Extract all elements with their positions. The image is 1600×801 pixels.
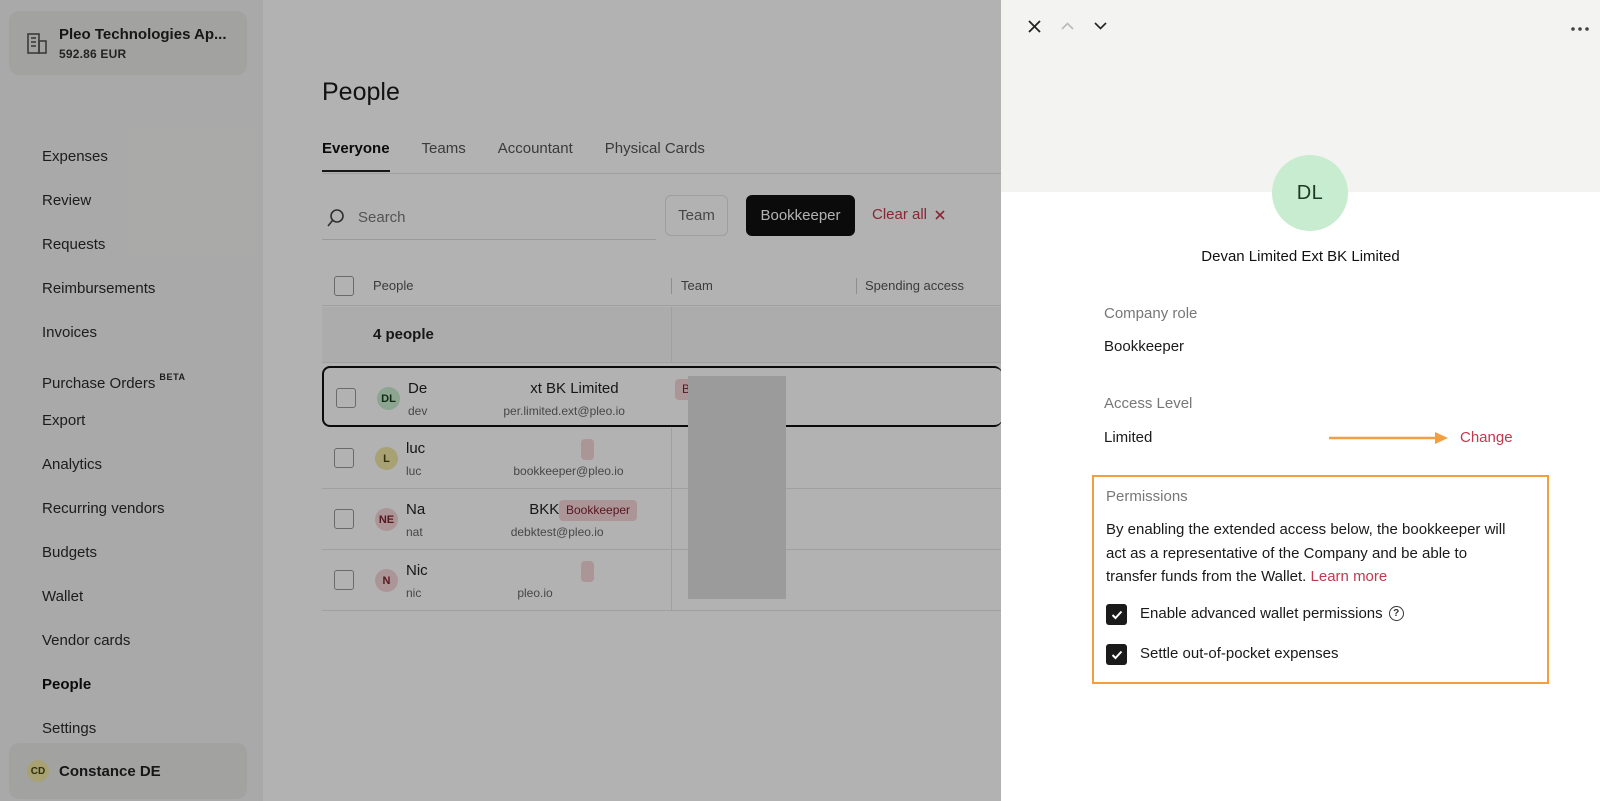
access-level-label: Access Level [1104,395,1193,412]
person-name: Devan Limited Ext BK Limited [1201,248,1400,265]
chevron-up-icon [1060,22,1074,30]
more-horizontal-icon [1571,27,1589,31]
change-access-button[interactable]: Change [1460,429,1513,446]
person-details-drawer: DL Devan Limited Ext BK Limited Company … [1001,0,1600,801]
company-role-label: Company role [1104,305,1198,322]
close-icon [1027,19,1041,33]
settle-out-of-pocket-label[interactable]: Settle out-of-pocket expenses [1140,645,1338,662]
advanced-wallet-permissions-checkbox[interactable] [1106,604,1127,625]
settle-out-of-pocket-checkbox[interactable] [1106,644,1127,665]
permissions-title: Permissions [1106,488,1188,505]
checkmark-icon [1111,610,1122,619]
permissions-description: By enabling the extended access below, t… [1106,521,1506,585]
close-button[interactable] [1021,13,1047,39]
previous-person-button[interactable] [1054,13,1080,39]
question-circle-icon[interactable]: ? [1388,606,1404,621]
checkmark-icon [1111,650,1122,659]
access-level-value: Limited [1104,429,1153,446]
learn-more-link[interactable]: Learn more [1311,568,1388,585]
advanced-wallet-permissions-label[interactable]: Enable advanced wallet permissions ? [1140,605,1404,622]
next-person-button[interactable] [1087,13,1113,39]
chevron-down-icon [1093,22,1107,30]
permissions-section: Permissions By enabling the extended acc… [1092,475,1549,684]
modal-backdrop[interactable] [0,0,1001,801]
arrow-right-icon [1329,432,1448,444]
company-role-value: Bookkeeper [1104,338,1185,355]
avatar: DL [1272,155,1348,231]
more-options-button[interactable] [1567,16,1593,42]
